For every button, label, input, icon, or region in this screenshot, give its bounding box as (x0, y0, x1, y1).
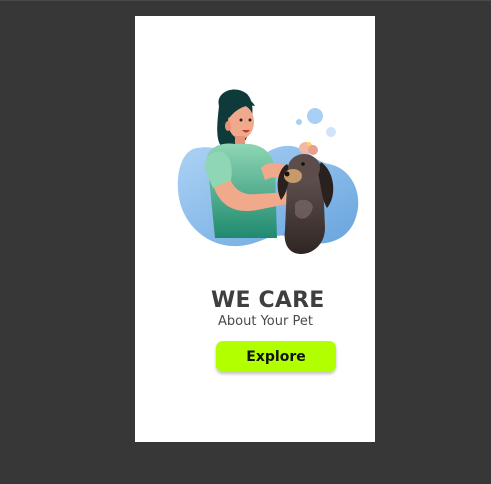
vet-with-dog-illustration (175, 88, 360, 254)
hero-subtitle: About Your Pet (218, 314, 313, 329)
canvas-background: WE CARE About Your Pet Explore (0, 0, 491, 484)
explore-button[interactable]: Explore (216, 341, 336, 372)
top-divider (0, 0, 491, 1)
mobile-screen: WE CARE About Your Pet Explore (135, 16, 375, 442)
hero-title: WE CARE (211, 288, 325, 313)
illustration-svg (177, 89, 359, 254)
